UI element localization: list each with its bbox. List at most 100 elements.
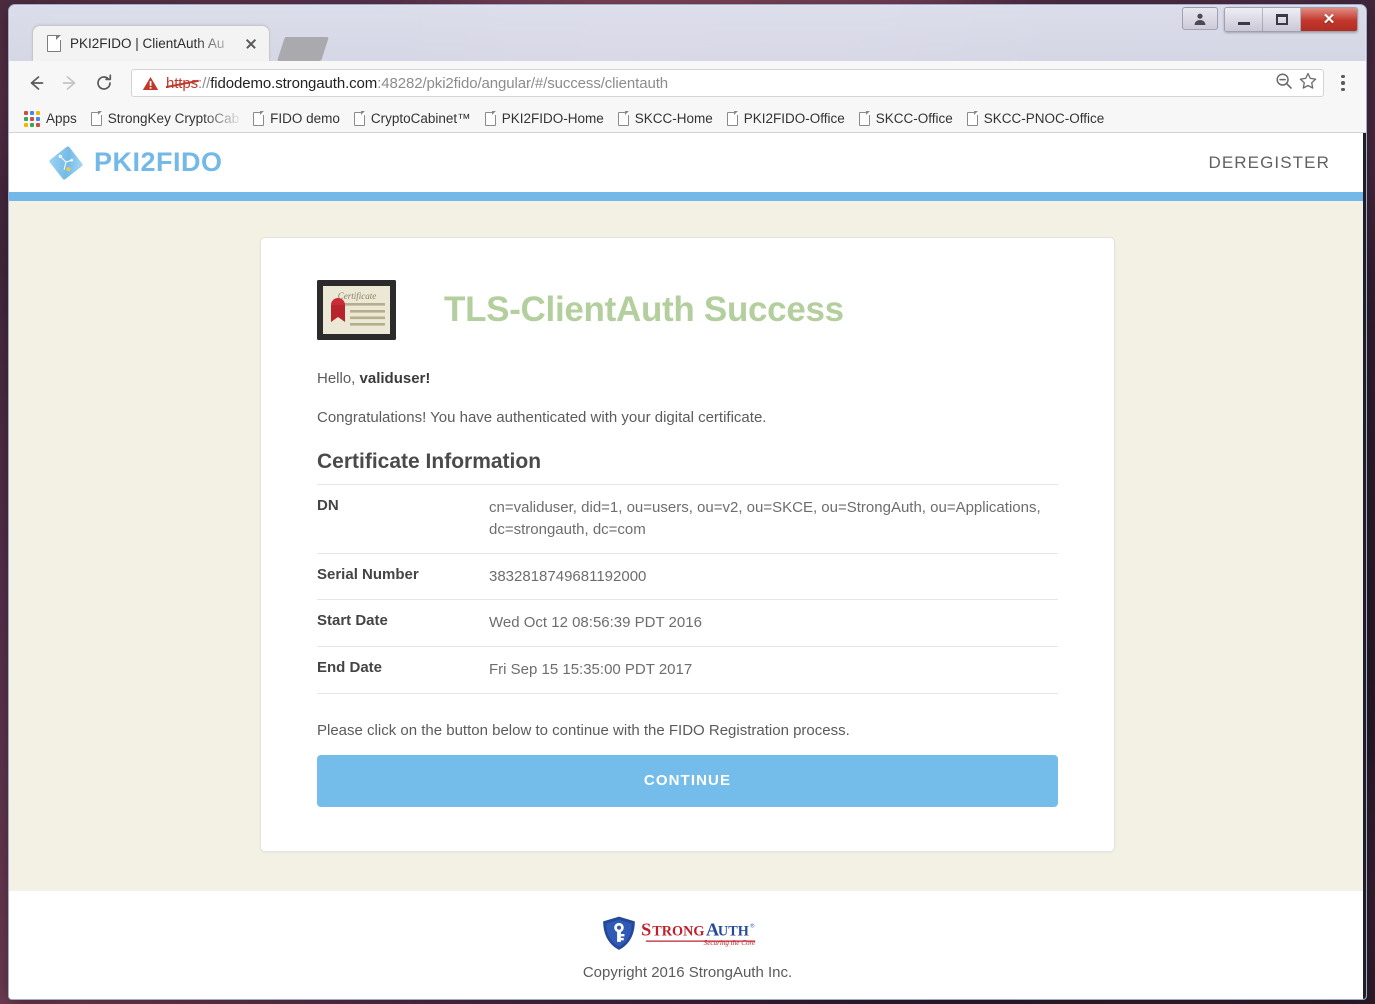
bookmarks-bar: Apps StrongKey CryptoCab FIDO demo Crypt… [9, 105, 1366, 133]
site-header: PKI2FIDO DEREGISTER [9, 133, 1366, 192]
congratulations-text: Congratulations! You have authenticated … [317, 409, 767, 426]
page-icon [484, 111, 496, 126]
back-button[interactable] [19, 66, 53, 100]
bookmark-skcc-pnoc-office[interactable]: SKCC-PNOC-Office [964, 111, 1116, 126]
minimize-icon [1237, 21, 1250, 25]
zoom-out-icon[interactable] [1275, 72, 1293, 95]
browser-toolbar: https://fidodemo.strongauth.com:48282/pk… [9, 61, 1366, 105]
url-path: :48282/pki2fido/angular/#/success/client… [377, 74, 668, 92]
bookmark-cryptocabinet[interactable]: CryptoCabinet™ [351, 111, 482, 126]
site-footer: S TRONG A UTH ® Securing the Core Copyri… [9, 891, 1366, 999]
copyright-text: Copyright 2016 StrongAuth Inc. [582, 964, 793, 981]
strongauth-shield-logo: S TRONG A UTH ® Securing the Core [603, 916, 756, 950]
row-value: 3832818749681192000 [489, 552, 1058, 600]
svg-text:UTH: UTH [718, 924, 749, 940]
page-icon [617, 111, 630, 126]
row-value: Wed Oct 12 08:56:39 PDT 2016 [489, 599, 1058, 647]
bookmark-label: CryptoCabinet™ [370, 111, 471, 126]
bookmark-fido-demo[interactable]: FIDO demo [250, 111, 351, 126]
bookmark-skcc-office[interactable]: SKCC-Office [856, 111, 964, 126]
clientauth-success-card: Certificate TLS-ClientAuth Success Hello… [260, 237, 1115, 852]
page-icon [47, 34, 62, 52]
forward-button[interactable] [53, 66, 87, 100]
pki2fido-diamond-logo [49, 145, 83, 180]
page-icon [726, 111, 739, 126]
person-icon [1194, 13, 1206, 25]
page-icon [858, 111, 871, 126]
reload-button[interactable] [87, 66, 121, 100]
greeting-username: validuser! [359, 370, 431, 387]
deregister-button[interactable]: DEREGISTER [1208, 153, 1330, 173]
table-row: Start Date Wed Oct 12 08:56:39 PDT 2016 [317, 599, 1058, 647]
minimize-button[interactable] [1225, 8, 1263, 31]
svg-text:®: ® [751, 923, 755, 930]
page-scrollbar[interactable] [1363, 133, 1366, 999]
svg-text:TRONG: TRONG [653, 924, 705, 940]
url-separator: :// [198, 74, 211, 92]
brand[interactable]: PKI2FIDO [47, 144, 223, 182]
table-row: End Date Fri Sep 15 15:35:00 PDT 2017 [317, 646, 1058, 694]
page-viewport: PKI2FIDO DEREGISTER Certificate TLS-Clie… [9, 133, 1366, 999]
card-header: Certificate TLS-ClientAuth Success [317, 280, 1058, 340]
table-row: Serial Number 3832818749681192000 [317, 552, 1058, 600]
user-account-button[interactable] [1182, 7, 1218, 30]
close-icon: ✕ [1322, 11, 1336, 28]
maximize-button[interactable] [1263, 8, 1301, 31]
page-body: Certificate TLS-ClientAuth Success Hello… [9, 201, 1366, 891]
bookmark-label: SKCC-PNOC-Office [983, 111, 1105, 126]
row-value: cn=validuser, did=1, ou=users, ou=v2, ou… [489, 484, 1058, 553]
bookmark-label: SKCC-Home [634, 111, 713, 126]
bookmark-label: StrongKey CryptoCab [107, 111, 240, 126]
section-title: Certificate Information [317, 450, 542, 473]
page-icon [966, 111, 979, 126]
greeting-prefix: Hello, [317, 370, 360, 387]
window-controls: ✕ [1182, 7, 1358, 32]
row-key: End Date [317, 646, 489, 694]
arrow-right-icon [62, 76, 76, 90]
bookmark-label: PKI2FIDO-Home [501, 111, 604, 126]
row-key: Start Date [317, 599, 489, 647]
accent-bar [9, 192, 1366, 201]
address-bar[interactable]: https://fidodemo.strongauth.com:48282/pk… [131, 69, 1324, 97]
bookmark-pki2fido-home[interactable]: PKI2FIDO-Home [482, 111, 615, 126]
browser-tab[interactable]: PKI2FIDO | ClientAuth Au [32, 25, 270, 61]
certificate-information-table: DN cn=validuser, did=1, ou=users, ou=v2,… [317, 484, 1058, 694]
page-icon [353, 111, 366, 126]
bookmark-label: SKCC-Office [875, 111, 953, 126]
apps-grid-icon [24, 110, 40, 127]
greeting: Hello, validuser! [317, 370, 1058, 387]
warning-triangle-icon [142, 76, 159, 90]
reload-icon [97, 74, 112, 90]
bookmark-strongkey-cryptocabinet[interactable]: StrongKey CryptoCab [88, 111, 250, 126]
bookmark-pki2fido-office[interactable]: PKI2FIDO-Office [724, 111, 856, 126]
row-value: Fri Sep 15 15:35:00 PDT 2017 [489, 646, 1058, 694]
row-key: Serial Number [317, 552, 489, 600]
svg-text:S: S [642, 920, 652, 940]
page-title: TLS-ClientAuth Success [444, 290, 844, 329]
bookmark-skcc-home[interactable]: SKCC-Home [615, 111, 724, 126]
bookmark-apps[interactable]: Apps [21, 110, 88, 127]
row-key: DN [317, 484, 489, 553]
table-row: DN cn=validuser, did=1, ou=users, ou=v2,… [317, 484, 1058, 553]
browser-menu-button[interactable] [1330, 74, 1356, 92]
page-icon [90, 111, 103, 126]
page-icon [253, 111, 265, 126]
url-host: fidodemo.strongauth.com [210, 74, 378, 92]
continue-button[interactable]: CONTINUE [317, 754, 1058, 807]
browser-tab-title: PKI2FIDO | ClientAuth Au [70, 36, 225, 51]
continue-instruction: Please click on the button below to cont… [317, 721, 850, 739]
browser-tabstrip: PKI2FIDO | ClientAuth Au ✕ [9, 5, 1366, 61]
close-icon[interactable] [243, 36, 259, 52]
arrow-left-icon [30, 76, 44, 90]
browser-window: PKI2FIDO | ClientAuth Au ✕ https://fidod… [8, 4, 1367, 1000]
svg-text:Certificate: Certificate [338, 291, 377, 301]
address-bar-url: https://fidodemo.strongauth.com:48282/pk… [166, 75, 1269, 92]
certificate-icon: Certificate [317, 280, 396, 340]
url-scheme-struck: https [166, 74, 199, 92]
close-window-button[interactable]: ✕ [1301, 8, 1357, 31]
new-tab-button[interactable] [277, 37, 329, 61]
brand-title: PKI2FIDO [94, 147, 223, 177]
bookmark-label: PKI2FIDO-Office [743, 111, 845, 126]
star-icon[interactable] [1299, 72, 1317, 95]
maximize-icon [1275, 14, 1288, 25]
